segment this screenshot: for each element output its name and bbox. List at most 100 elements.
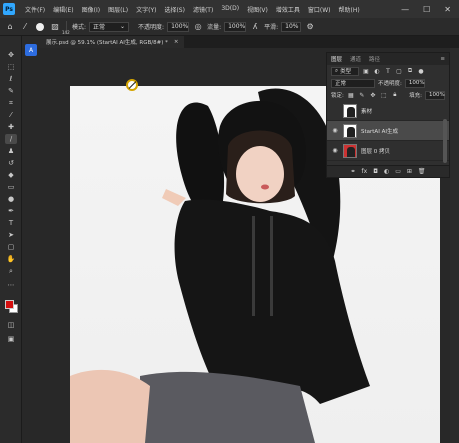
startai-plugin-icon[interactable]: A [25, 44, 37, 56]
home-icon[interactable]: ⌂ [4, 21, 16, 33]
adjustment-layer-icon[interactable]: ◐ [384, 168, 389, 175]
screen-mode-icon[interactable]: ▣ [5, 334, 17, 344]
menu-window[interactable]: 窗口(W) [304, 5, 335, 14]
filter-type-select[interactable]: ⌕ 类型 [331, 66, 359, 76]
smoothing-gear-icon[interactable]: ⚙ [304, 21, 316, 33]
path-select-tool-icon[interactable]: ➤ [5, 230, 17, 240]
quick-mask-icon[interactable]: ◫ [5, 320, 17, 330]
brush-preset-icon[interactable]: ⁄ [19, 21, 31, 33]
gradient-tool-icon[interactable]: ▭ [5, 182, 17, 192]
filter-shape-icon[interactable]: ▢ [395, 67, 403, 75]
menu-file[interactable]: 文件(F) [21, 5, 49, 14]
brush-settings-icon[interactable]: ▨ [49, 21, 61, 33]
filter-adjustment-icon[interactable]: ◐ [373, 67, 381, 75]
lock-artboard-icon[interactable]: ⬚ [380, 91, 388, 99]
pen-tool-icon[interactable]: ✒ [5, 206, 17, 216]
fill-value: 100% [429, 92, 445, 98]
tab-layers[interactable]: 图层 [331, 55, 342, 63]
menu-filter[interactable]: 滤镜(T) [189, 5, 217, 14]
new-layer-icon[interactable]: ⊞ [407, 168, 412, 175]
window-controls: — ☐ ✕ [401, 5, 451, 14]
layer-style-icon[interactable]: fx [362, 168, 368, 175]
smooth-value: 10% [285, 23, 299, 30]
pressure-opacity-icon[interactable]: ◎ [192, 21, 204, 33]
close-button[interactable]: ✕ [444, 5, 451, 14]
layers-scrollbar[interactable] [443, 119, 447, 163]
mode-value: 正常 [93, 24, 106, 31]
fill-input[interactable]: 100% [425, 90, 445, 100]
lock-transparent-icon[interactable]: ▦ [347, 91, 355, 99]
menu-items: 文件(F) 编辑(E) 图像(I) 图层(L) 文字(Y) 选择(S) 滤镜(T… [21, 5, 364, 14]
close-tab-icon[interactable]: × [174, 39, 179, 45]
history-brush-tool-icon[interactable]: ↺ [5, 158, 17, 168]
flow-input[interactable]: 100% [224, 21, 247, 32]
menu-help[interactable]: 帮助(H) [335, 5, 364, 14]
eye-icon[interactable]: ◉ [331, 127, 339, 134]
rectangle-tool-icon[interactable]: ▢ [5, 242, 17, 252]
mode-select[interactable]: 正常 ⌄ [89, 21, 130, 32]
chevron-down-icon: ⌄ [120, 23, 126, 30]
eyedropper-tool-icon[interactable]: ⁄ [5, 110, 17, 120]
more-tools-icon[interactable]: ⋯ [5, 280, 17, 290]
menu-plugins[interactable]: 增效工具 [272, 5, 304, 14]
brush-size-picker[interactable] [34, 21, 46, 33]
menu-type[interactable]: 文字(Y) [132, 5, 160, 14]
opacity-input[interactable]: 100% [167, 21, 190, 32]
layers-panel: 图层 通道 路径 ≡ ⌕ 类型 ▣ ◐ T ▢ ⧉ ● 正常 不透明度: 100%… [326, 52, 450, 178]
menu-edit[interactable]: 编辑(E) [49, 5, 77, 14]
lock-image-icon[interactable]: ✎ [358, 91, 366, 99]
layers-footer: ⚭ fx ◘ ◐ ▭ ⊞ 🗑︎ [327, 165, 449, 177]
smooth-label: 平滑: [264, 24, 279, 31]
zoom-tool-icon[interactable]: ⌕ [5, 266, 17, 276]
blend-mode-value: 正常 [335, 81, 347, 87]
artboard-tool-icon[interactable]: ⬚ [5, 62, 17, 72]
menu-view[interactable]: 视图(V) [243, 5, 272, 14]
filter-pixel-icon[interactable]: ▣ [362, 67, 370, 75]
document-tab[interactable]: 展示.psd @ 59.1% (StartAI AI生成, RGB/8#) * … [22, 36, 185, 48]
tab-paths[interactable]: 路径 [369, 55, 380, 63]
crop-tool-icon[interactable]: ⌗ [5, 98, 17, 108]
layer-row-layer0-copy[interactable]: ◉ 图层 0 拷贝 [327, 141, 449, 161]
maximize-button[interactable]: ☐ [423, 5, 430, 14]
layer-opacity-input[interactable]: 100% [404, 78, 425, 88]
hand-tool-icon[interactable]: ✋ [5, 254, 17, 264]
layer-row-startai[interactable]: ◉ StartAI AI生成 [327, 121, 449, 141]
type-tool-icon[interactable]: T [5, 218, 17, 228]
lock-position-icon[interactable]: ✥ [369, 91, 377, 99]
photoshop-logo: Ps [3, 3, 15, 15]
filter-type-icon[interactable]: T [384, 67, 392, 75]
airbrush-icon[interactable]: ʎ [249, 21, 261, 33]
tools-panel: ✥ ⬚ ℓ ✎ ⌗ ⁄ ✚ ∕ ♟ ↺ ◆ ▭ ● ✒ T ➤ ▢ ✋ ⌕ ⋯ … [0, 36, 22, 443]
search-icon: ⌕ [335, 67, 339, 74]
filter-toggle-icon[interactable]: ● [417, 67, 425, 75]
add-mask-icon[interactable]: ◘ [373, 168, 378, 175]
dodge-tool-icon[interactable]: ● [5, 194, 17, 204]
filter-smart-icon[interactable]: ⧉ [406, 67, 414, 75]
lock-all-icon[interactable]: 🔒︎ [391, 91, 399, 99]
new-group-icon[interactable]: ▭ [395, 168, 401, 175]
fill-label: 填充: [409, 93, 422, 99]
menu-select[interactable]: 选择(S) [160, 5, 189, 14]
stamp-tool-icon[interactable]: ♟ [5, 146, 17, 156]
lasso-tool-icon[interactable]: ℓ [5, 74, 17, 84]
layer-row-material[interactable]: 素材 [327, 101, 449, 121]
link-layers-icon[interactable]: ⚭ [350, 168, 355, 175]
healing-tool-icon[interactable]: ✚ [5, 122, 17, 132]
smooth-input[interactable]: 10% [281, 21, 302, 32]
tab-channels[interactable]: 通道 [350, 55, 361, 63]
menu-3d[interactable]: 3D(D) [217, 5, 243, 14]
brush-tool-icon[interactable]: ∕ [5, 134, 17, 144]
trash-icon[interactable]: 🗑︎ [418, 168, 426, 175]
menu-image[interactable]: 图像(I) [78, 5, 104, 14]
eraser-tool-icon[interactable]: ◆ [5, 170, 17, 180]
menu-layer[interactable]: 图层(L) [104, 5, 132, 14]
foreground-color-swatch[interactable] [5, 300, 14, 309]
opacity-label: 不透明度: [138, 24, 165, 31]
panel-menu-icon[interactable]: ≡ [440, 56, 445, 62]
minimize-button[interactable]: — [401, 5, 409, 14]
quick-select-tool-icon[interactable]: ✎ [5, 86, 17, 96]
brush-size-value: 142 [62, 30, 70, 35]
blend-mode-select[interactable]: 正常 [331, 78, 375, 88]
eye-icon[interactable]: ◉ [331, 147, 339, 154]
move-tool-icon[interactable]: ✥ [5, 50, 17, 60]
